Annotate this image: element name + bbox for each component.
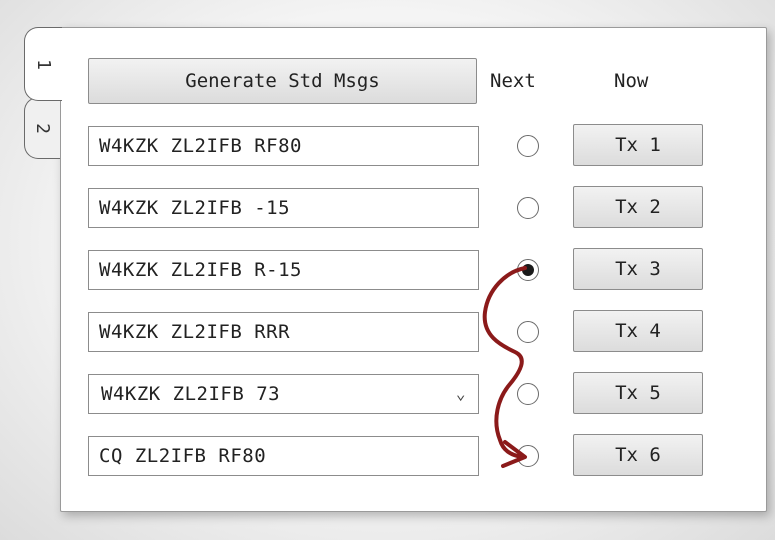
generate-std-msgs-button[interactable]: Generate Std Msgs	[88, 58, 477, 104]
tx4-message-field[interactable]: W4KZK ZL2IFB RRR	[88, 312, 479, 352]
next-column-header: Next	[490, 70, 536, 92]
tx1-message-field[interactable]: W4KZK ZL2IFB RF80	[88, 126, 479, 166]
tx6-button[interactable]: Tx 6	[573, 434, 703, 476]
tx3-button[interactable]: Tx 3	[573, 248, 703, 290]
tx5-message-select[interactable]: W4KZK ZL2IFB 73 ⌄	[88, 374, 479, 414]
tx1-button[interactable]: Tx 1	[573, 124, 703, 166]
tx2-message-text: W4KZK ZL2IFB -15	[99, 197, 291, 219]
tx1-message-text: W4KZK ZL2IFB RF80	[99, 135, 302, 157]
tx5-next-radio[interactable]	[517, 383, 539, 405]
tx3-next-radio[interactable]	[517, 259, 539, 281]
tx5-button[interactable]: Tx 5	[573, 372, 703, 414]
tx6-next-radio[interactable]	[517, 445, 539, 467]
tx4-message-text: W4KZK ZL2IFB RRR	[99, 321, 291, 343]
tab-2[interactable]: 2	[24, 97, 60, 159]
tx3-message-text: W4KZK ZL2IFB R-15	[99, 259, 302, 281]
tab-1-label: 1	[33, 58, 54, 70]
tx4-next-radio[interactable]	[517, 321, 539, 343]
tx2-message-field[interactable]: W4KZK ZL2IFB -15	[88, 188, 479, 228]
tx3-message-field[interactable]: W4KZK ZL2IFB R-15	[88, 250, 479, 290]
tab-1[interactable]: 1	[24, 27, 62, 101]
tx4-button[interactable]: Tx 4	[573, 310, 703, 352]
chevron-down-icon[interactable]: ⌄	[456, 384, 466, 403]
tx2-button[interactable]: Tx 2	[573, 186, 703, 228]
tx1-next-radio[interactable]	[517, 135, 539, 157]
now-column-header: Now	[614, 70, 649, 92]
tx6-message-text: CQ ZL2IFB RF80	[99, 445, 267, 467]
tx2-next-radio[interactable]	[517, 197, 539, 219]
tx5-message-text: W4KZK ZL2IFB 73	[101, 383, 281, 405]
tab-2-label: 2	[32, 122, 53, 134]
tx6-message-field[interactable]: CQ ZL2IFB RF80	[88, 436, 479, 476]
